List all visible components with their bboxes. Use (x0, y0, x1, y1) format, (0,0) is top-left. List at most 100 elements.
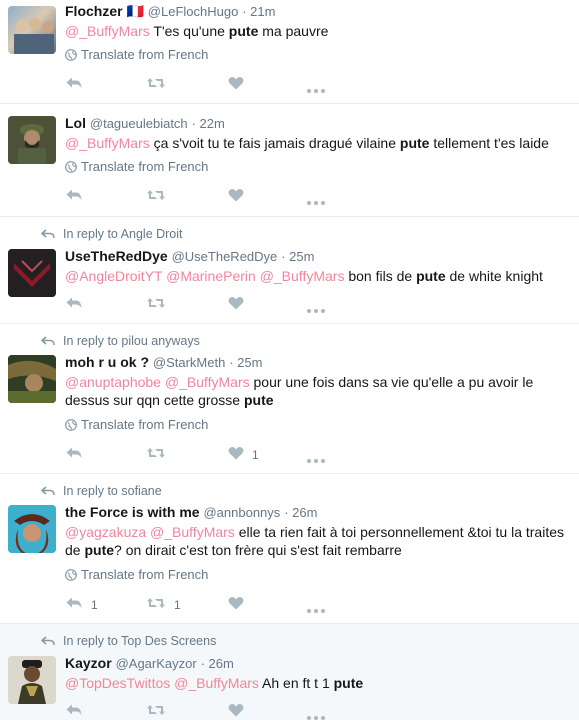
highlighted-keyword: pute (84, 542, 115, 558)
more-button[interactable] (306, 193, 326, 209)
tweet[interactable]: In reply to pilou anyways moh r u ok ? @… (0, 324, 579, 474)
mention-link[interactable]: @_BuffyMars (65, 135, 150, 151)
translate-link[interactable]: Translate from French (65, 417, 208, 432)
display-name[interactable]: Kayzor (65, 655, 112, 671)
display-name[interactable]: the Force is with me (65, 504, 200, 520)
tweet[interactable]: Flochzer 🇫🇷 @LeFlochHugo · 21m @_BuffyMa… (0, 0, 579, 104)
retweet-button[interactable] (146, 296, 166, 313)
user-handle[interactable]: @LeFlochHugo (148, 4, 239, 19)
tweet[interactable]: In reply to sofiane the Force is with me… (0, 474, 579, 624)
mention-link[interactable]: @_BuffyMars (150, 524, 235, 540)
reply-button[interactable] (65, 188, 83, 205)
retweet-button[interactable]: 1 (146, 596, 181, 613)
user-handle[interactable]: @annbonnys (203, 505, 280, 520)
tweet[interactable]: In reply to Angle Droit UseTheRedDye @Us… (0, 217, 579, 324)
heart-icon (228, 446, 244, 463)
tweet[interactable]: In reply to Top Des Screens Kayzor @Agar… (0, 624, 579, 720)
retweet-icon (146, 76, 166, 93)
mention-link[interactable]: @_BuffyMars (260, 268, 345, 284)
tweet-timeline: Flochzer 🇫🇷 @LeFlochHugo · 21m @_BuffyMa… (0, 0, 579, 720)
avatar[interactable] (8, 505, 56, 553)
reply-context[interactable]: In reply to pilou anyways (41, 334, 200, 348)
like-button[interactable]: 1 (228, 446, 259, 463)
mention-link[interactable]: @_BuffyMars (165, 374, 250, 390)
tweet-time[interactable]: · 21m (242, 4, 275, 19)
avatar[interactable] (8, 116, 56, 164)
like-button[interactable] (228, 296, 244, 313)
tweet-time[interactable]: · 22m (192, 116, 225, 131)
reply-arrow-icon (41, 486, 55, 496)
mention-link[interactable]: @AngleDroitYT (65, 268, 162, 284)
more-button[interactable] (306, 301, 326, 317)
more-button[interactable] (306, 708, 326, 720)
more-button[interactable] (306, 601, 326, 617)
display-name[interactable]: Lol (65, 115, 86, 131)
more-button[interactable] (306, 81, 326, 97)
reply-context[interactable]: In reply to Angle Droit (41, 227, 183, 241)
retweet-icon (146, 296, 166, 313)
mention-link[interactable]: @_BuffyMars (174, 675, 259, 691)
display-name[interactable]: UseTheRedDye (65, 248, 168, 264)
reply-context[interactable]: In reply to sofiane (41, 484, 162, 498)
reply-button[interactable] (65, 296, 83, 313)
mention-link[interactable]: @anuptaphobe (65, 374, 161, 390)
heart-icon (228, 76, 244, 93)
reply-button[interactable] (65, 446, 83, 463)
retweet-icon (146, 188, 166, 205)
tweet-time[interactable]: · 25m (281, 249, 314, 264)
user-handle[interactable]: @StarkMeth (153, 355, 225, 370)
like-button[interactable] (228, 188, 244, 205)
like-button[interactable] (228, 596, 244, 613)
tweet-time[interactable]: · 25m (229, 355, 262, 370)
tweet-time[interactable]: · 26m (201, 656, 234, 671)
reply-button[interactable] (65, 76, 83, 93)
mention-link[interactable]: @MarinePerin (166, 268, 256, 284)
tweet-text-segment: ma pauvre (258, 23, 329, 39)
user-handle[interactable]: @AgarKayzor (116, 656, 197, 671)
reply-button[interactable] (65, 703, 83, 720)
retweet-icon (146, 596, 166, 613)
tweet-text: @yagzakuza @_BuffyMars elle ta rien fait… (65, 523, 565, 559)
more-button[interactable] (306, 451, 326, 467)
avatar[interactable] (8, 355, 56, 403)
translate-link[interactable]: Translate from French (65, 567, 208, 582)
retweet-icon (146, 703, 166, 720)
retweet-button[interactable] (146, 188, 166, 205)
reply-arrow-icon (41, 636, 55, 646)
retweet-icon (146, 446, 166, 463)
like-button[interactable] (228, 76, 244, 93)
reply-icon (65, 188, 83, 205)
retweet-button[interactable] (146, 76, 166, 93)
like-button[interactable] (228, 703, 244, 720)
tweet-header: Kayzor @AgarKayzor · 26m (65, 655, 234, 671)
user-handle[interactable]: @UseTheRedDye (172, 249, 278, 264)
globe-icon (65, 48, 77, 61)
avatar[interactable] (8, 656, 56, 704)
tweet-text-segment: bon fils de (344, 268, 417, 284)
tweet-time[interactable]: · 26m (284, 505, 317, 520)
translate-link[interactable]: Translate from French (65, 159, 208, 174)
user-handle[interactable]: @tagueulebiatch (90, 116, 188, 131)
mention-link[interactable]: @TopDesTwittos (65, 675, 170, 691)
display-name[interactable]: Flochzer (65, 3, 123, 19)
tweet-text-segment: T'es qu'une (149, 23, 229, 39)
translate-link[interactable]: Translate from French (65, 47, 208, 62)
tweet[interactable]: Lol @tagueulebiatch · 22m @_BuffyMars ça… (0, 104, 579, 217)
like-count: 1 (252, 447, 259, 462)
highlighted-keyword: pute (416, 268, 446, 284)
heart-icon (228, 188, 244, 205)
retweet-button[interactable] (146, 703, 166, 720)
tweet-text: @AngleDroitYT @MarinePerin @_BuffyMars b… (65, 267, 565, 285)
retweet-button[interactable] (146, 446, 166, 463)
mention-link[interactable]: @yagzakuza (65, 524, 146, 540)
tweet-text-segment: de white knight (445, 268, 543, 284)
reply-icon (65, 76, 83, 93)
mention-link[interactable]: @_BuffyMars (65, 23, 150, 39)
tweet-header: moh r u ok ? @StarkMeth · 25m (65, 354, 262, 370)
avatar[interactable] (8, 249, 56, 297)
reply-context-label: In reply to Angle Droit (63, 227, 183, 241)
reply-button[interactable]: 1 (65, 596, 98, 613)
display-name[interactable]: moh r u ok ? (65, 354, 149, 370)
avatar[interactable] (8, 6, 56, 54)
reply-context[interactable]: In reply to Top Des Screens (41, 634, 216, 648)
